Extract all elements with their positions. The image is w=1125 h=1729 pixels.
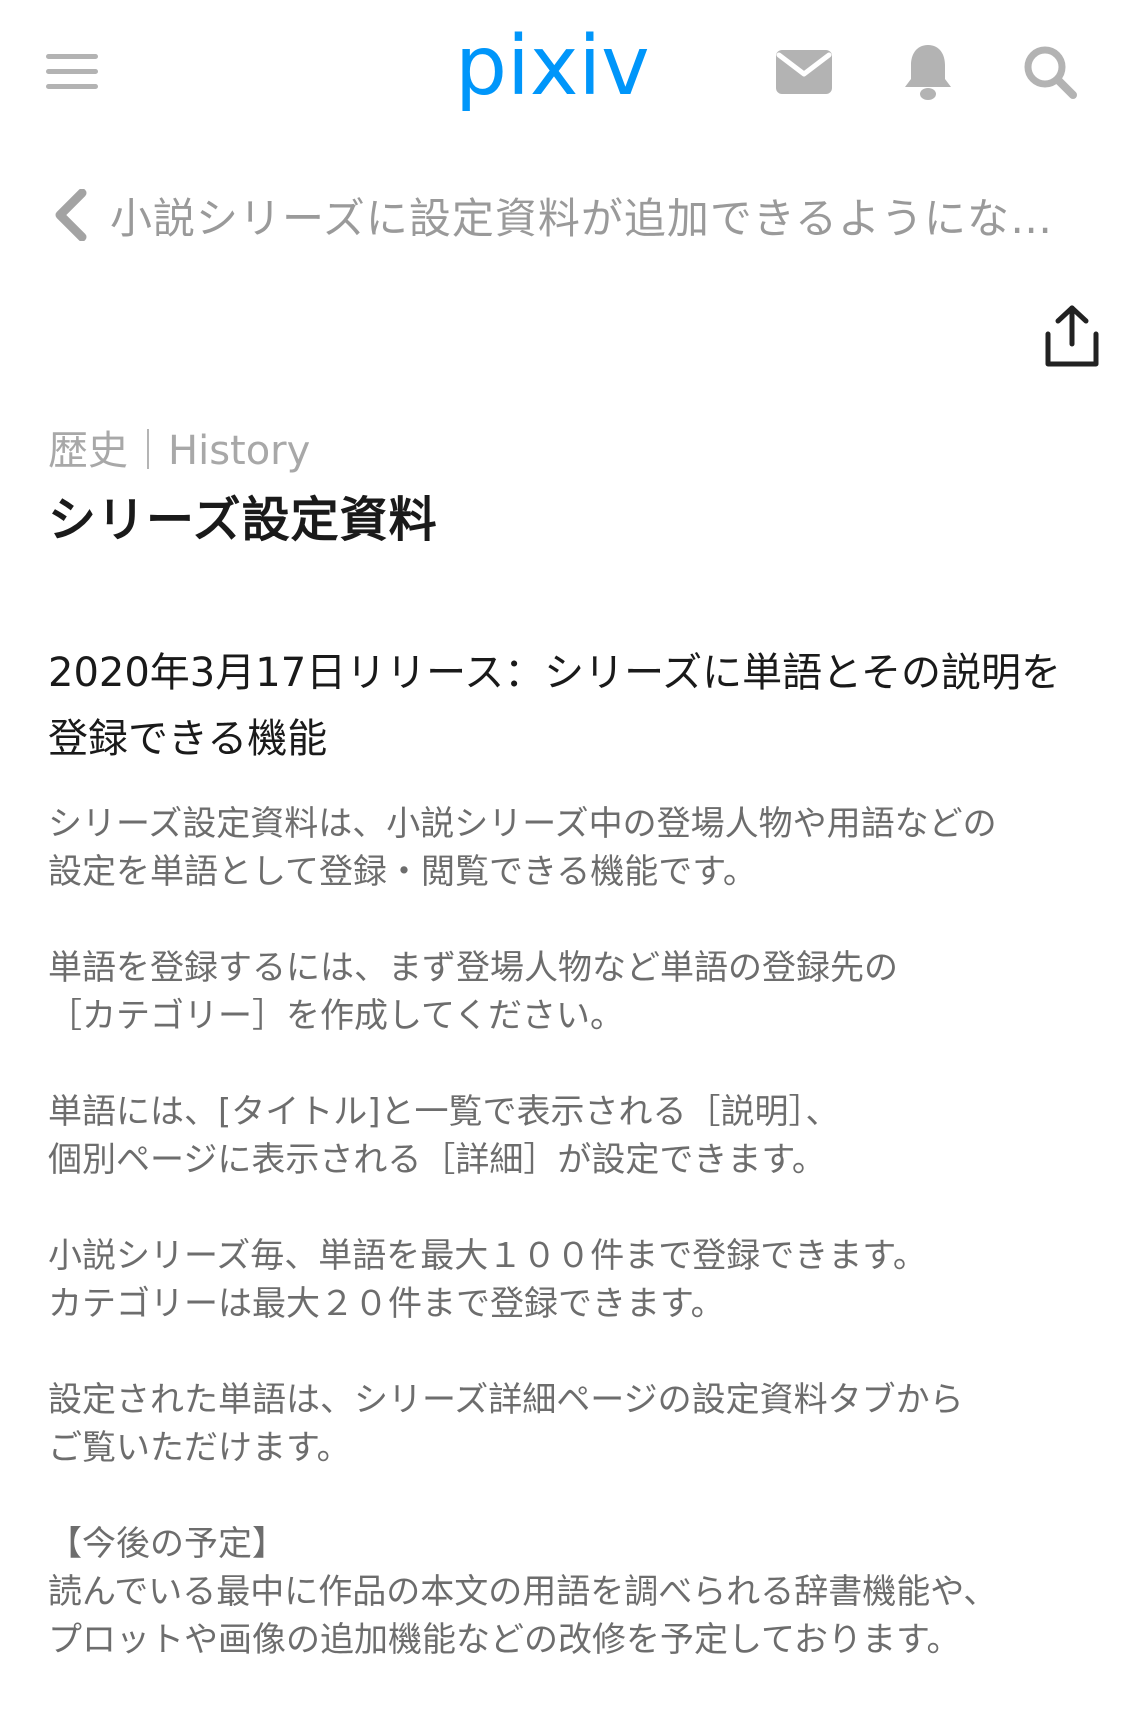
menu-icon — [46, 54, 98, 89]
back-navigation[interactable]: 小説シリーズに設定資料が追加できるようになりました — [48, 180, 1078, 250]
paragraph-line: 設定された単語は、シリーズ詳細ページの設定資料タブから — [48, 1380, 964, 1420]
paragraph-line: 【今後の予定】 — [48, 1524, 286, 1564]
paragraph-limits: 小説シリーズ毎、単語を最大１００件まで登録できます。 カテゴリーは最大２０件まで… — [48, 1232, 1088, 1328]
paragraph-fields: 単語には、[タイトル]と一覧で表示される［説明］、 個別ページに表示される［詳細… — [48, 1088, 1088, 1184]
paragraph-line: 小説シリーズ毎、単語を最大１００件まで登録できます。 — [48, 1236, 927, 1276]
paragraph-line: 個別ページに表示される［詳細］が設定できます。 — [48, 1140, 826, 1180]
bell-icon — [905, 45, 951, 100]
top-app-bar: pixiv — [0, 0, 1125, 150]
back-title: 小説シリーズに設定資料が追加できるようになりました — [110, 193, 1078, 243]
paragraph-line: ご覧いただけます。 — [48, 1428, 351, 1468]
mail-icon — [776, 50, 832, 94]
paragraph-overview: シリーズ設定資料は、小説シリーズ中の登場人物や用語などの 設定を単語として登録・… — [48, 800, 1088, 896]
logo-text: pixiv — [455, 22, 650, 114]
paragraph-line: プロットや画像の追加機能などの改修を予定しております。 — [48, 1620, 961, 1660]
paragraph-line: ［カテゴリー］を作成してください。 — [48, 996, 624, 1036]
search-button[interactable] — [1018, 40, 1082, 104]
chevron-left-icon — [48, 187, 92, 243]
paragraph-line: 単語を登録するには、まず登場人物など単語の登録先の — [48, 948, 898, 988]
paragraph-viewing: 設定された単語は、シリーズ詳細ページの設定資料タブから ご覧いただけます。 — [48, 1376, 1088, 1472]
search-icon — [1024, 46, 1077, 99]
menu-button[interactable] — [40, 44, 104, 100]
paragraph-line: 設定を単語として登録・閲覧できる機能です。 — [48, 852, 757, 892]
paragraph-register: 単語を登録するには、まず登場人物など単語の登録先の ［カテゴリー］を作成してくだ… — [48, 944, 1088, 1040]
notifications-button[interactable] — [896, 40, 960, 104]
article-category: 歴史｜History — [48, 428, 311, 474]
paragraph-line: カテゴリーは最大２０件まで登録できます。 — [48, 1284, 725, 1324]
share-icon — [1045, 305, 1099, 367]
share-button[interactable] — [1040, 300, 1104, 372]
page-title: シリーズ設定資料 — [48, 492, 438, 548]
messages-button[interactable] — [772, 44, 836, 100]
section-heading: 2020年3月17日リリース：シリーズに単語とその説明を登録できる機能 — [48, 650, 1061, 762]
paragraph-plans: 【今後の予定】 読んでいる最中に作品の本文の用語を調べられる辞書機能や、 プロッ… — [48, 1520, 1088, 1664]
paragraph-line: 単語には、[タイトル]と一覧で表示される［説明］、 — [48, 1092, 840, 1132]
pixiv-logo[interactable]: pixiv — [455, 19, 665, 122]
article-body: シリーズ設定資料は、小説シリーズ中の登場人物や用語などの 設定を単語として登録・… — [48, 800, 1088, 1664]
paragraph-line: 読んでいる最中に作品の本文の用語を調べられる辞書機能や、 — [48, 1572, 998, 1612]
paragraph-line: シリーズ設定資料は、小説シリーズ中の登場人物や用語などの — [48, 804, 997, 844]
